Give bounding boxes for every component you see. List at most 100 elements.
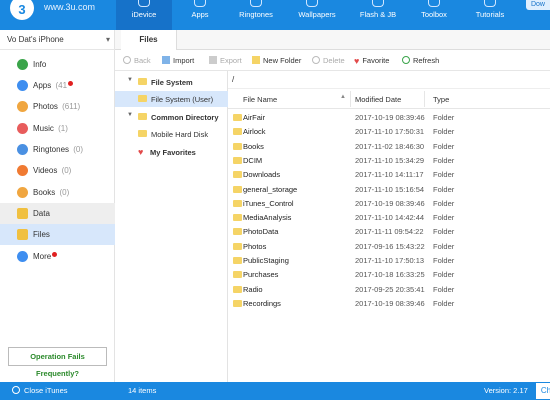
modified-date: 2017-10-19 08:39:46 <box>355 298 425 308</box>
folder-icon <box>233 228 242 236</box>
folder-icon <box>233 114 242 121</box>
sidebar-item-info[interactable]: Info <box>0 54 115 75</box>
path-bar[interactable]: / <box>228 71 550 89</box>
folder-tree: ▼ File System File System (User) ▼ Commo… <box>115 71 228 382</box>
tree-file-system[interactable]: ▼ File System <box>115 74 228 90</box>
download-button[interactable]: Dow <box>526 0 550 10</box>
table-row[interactable]: Recordings 2017-10-19 08:39:46 Folder <box>228 296 550 311</box>
import-button[interactable]: Import <box>162 56 194 65</box>
file-name: AirFair <box>243 113 266 122</box>
export-icon <box>209 56 217 64</box>
device-selector[interactable]: Vo Dat's iPhone ▾ <box>0 30 115 50</box>
tree-mobile-hard-disk[interactable]: Mobile Hard Disk <box>115 126 228 142</box>
operation-fails-link[interactable]: Operation Fails Frequently? <box>8 347 107 378</box>
refresh-icon <box>402 56 410 64</box>
file-type: Folder <box>433 198 455 208</box>
sidebar-item-ringtones[interactable]: Ringtones (0) <box>0 139 115 160</box>
close-itunes-button[interactable]: Close iTunes <box>12 386 68 395</box>
video-icon <box>17 165 28 176</box>
sidebar-item-data[interactable]: Data <box>0 203 115 224</box>
export-button[interactable]: Export <box>209 56 242 65</box>
modified-date: 2017-11-11 09:54:22 <box>355 227 424 237</box>
nav-idevice[interactable]: iDevice <box>116 0 172 30</box>
file-type: Folder <box>433 256 455 265</box>
table-row[interactable]: Airlock 2017-11-10 17:50:31 Folder <box>228 124 550 139</box>
sort-up-icon: ▲ <box>340 94 346 100</box>
tree-common-directory[interactable]: ▼ Common Directory <box>115 109 228 125</box>
delete-button[interactable]: Delete <box>312 56 345 65</box>
folder-icon <box>233 285 242 293</box>
chevron-down-icon: ▾ <box>105 35 110 44</box>
folder-icon <box>233 299 242 307</box>
folder-icon <box>138 95 147 102</box>
column-modified-date[interactable]: Modified Date <box>355 95 401 104</box>
file-type: Folder <box>433 213 455 223</box>
file-type: Folder <box>433 155 455 165</box>
table-row[interactable]: Purchases 2017-10-18 16:33:25 Folder <box>228 267 550 282</box>
folder-icon <box>233 156 242 164</box>
toolbox-nav-icon <box>428 0 440 7</box>
collapse-arrow-icon[interactable]: ▼ <box>127 77 133 83</box>
table-row[interactable]: DCIM 2017-11-10 15:34:29 Folder <box>228 153 550 168</box>
table-row[interactable]: PhotoData 2017-11-11 09:54:22 Folder <box>228 224 550 239</box>
favorite-button[interactable]: ♥ Favorite <box>354 56 389 66</box>
table-row[interactable]: iTunes_Control 2017-10-19 08:39:46 Folder <box>228 196 550 211</box>
book-icon <box>17 187 28 198</box>
file-name: Recordings <box>243 298 281 308</box>
file-name: Radio <box>243 284 263 294</box>
nav-wallpapers[interactable]: Wallpapers <box>284 0 350 30</box>
items-count: 14 items <box>128 386 157 395</box>
sidebar-item-music[interactable]: Music (1) <box>0 118 115 139</box>
flash-nav-icon <box>372 0 384 7</box>
delete-icon <box>312 56 320 64</box>
sidebar-item-more[interactable]: More <box>0 246 115 267</box>
file-type: Folder <box>433 298 455 308</box>
table-row[interactable]: MediaAnalysis 2017-11-10 14:42:44 Folder <box>228 210 550 225</box>
check-update-button[interactable]: Ch <box>536 383 550 399</box>
file-name: iTunes_Control <box>243 198 294 208</box>
back-button[interactable]: Back <box>123 56 151 65</box>
column-file-name[interactable]: File Name <box>243 95 277 104</box>
sidebar-item-apps[interactable]: Apps (41 <box>0 75 115 96</box>
file-type: Folder <box>433 184 455 194</box>
file-name: Photos <box>243 241 267 251</box>
app-logo-icon[interactable]: 3 <box>10 0 34 20</box>
nav-tutorials[interactable]: Tutorials <box>462 0 518 30</box>
column-type[interactable]: Type <box>433 95 449 104</box>
nav-apps[interactable]: Apps <box>172 0 228 30</box>
column-header: File Name ▲ Modified Date Type <box>228 89 550 109</box>
tab-files[interactable]: Files <box>121 30 177 50</box>
collapse-arrow-icon[interactable]: ▼ <box>127 112 133 118</box>
photos-icon <box>17 101 28 112</box>
sidebar-item-books[interactable]: Books (0) <box>0 182 115 203</box>
nav-toolbox[interactable]: Toolbox <box>406 0 462 30</box>
sidebar-item-videos[interactable]: Videos (0) <box>0 160 115 181</box>
file-name: PublicStaging <box>243 256 289 265</box>
folder-icon <box>233 171 242 179</box>
nav-ringtones[interactable]: Ringtones <box>228 0 284 30</box>
file-type: Folder <box>433 141 455 151</box>
table-row[interactable]: Photos 2017-09-16 15:43:22 Folder <box>228 239 550 254</box>
table-row[interactable]: general_storage 2017-11-10 15:16:54 Folder <box>228 182 550 197</box>
tree-file-system-user[interactable]: File System (User) <box>115 91 228 107</box>
sidebar-item-files[interactable]: Files <box>0 224 115 245</box>
tree-my-favorites[interactable]: ♥ My Favorites <box>115 144 228 160</box>
table-row[interactable]: Radio 2017-09-25 20:35:41 Folder <box>228 282 550 297</box>
table-row[interactable]: PublicStaging 2017-11-10 17:50:13 Folder <box>228 253 550 268</box>
version-label: Version: 2.17 <box>484 386 528 395</box>
back-icon <box>123 56 131 64</box>
bell-icon <box>17 144 28 155</box>
file-type: Folder <box>433 284 455 294</box>
sidebar-item-photos[interactable]: Photos (611) <box>0 96 115 117</box>
file-type: Folder <box>433 113 455 122</box>
heart-icon: ♥ <box>354 56 360 66</box>
nav-flash-jb[interactable]: Flash & JB <box>350 0 406 30</box>
new-folder-button[interactable]: New Folder <box>252 56 301 65</box>
table-row[interactable]: Books 2017-11-02 18:46:30 Folder <box>228 139 550 154</box>
sidebar: Vo Dat's iPhone ▾ Info Apps (41 Photos (… <box>0 30 115 382</box>
file-name: PhotoData <box>243 227 279 237</box>
refresh-button[interactable]: Refresh <box>402 56 439 65</box>
file-name: DCIM <box>243 155 263 165</box>
table-row[interactable]: AirFair 2017-10-19 08:39:46 Folder <box>228 110 550 125</box>
table-row[interactable]: Downloads 2017-11-10 14:11:17 Folder <box>228 167 550 182</box>
